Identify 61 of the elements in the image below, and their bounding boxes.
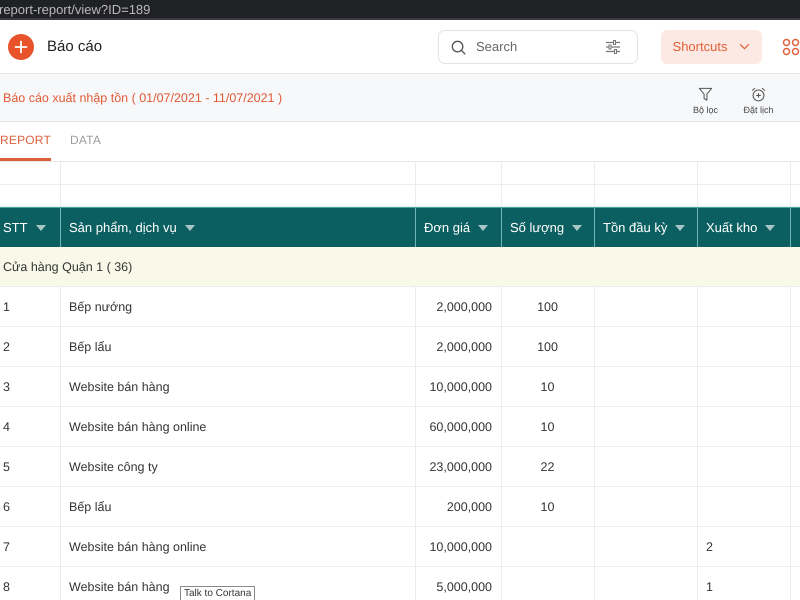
row-number: 2 bbox=[3, 340, 10, 354]
unit-price: 2,000,000 bbox=[436, 300, 492, 314]
sliders-icon[interactable] bbox=[605, 40, 621, 54]
schedule-button[interactable]: Đặt lịch bbox=[737, 86, 780, 114]
product-name: Website bán hàng online bbox=[69, 420, 206, 434]
tooltip: Talk to Cortana bbox=[180, 586, 256, 600]
row-number: 3 bbox=[3, 380, 10, 394]
stock-out: 1 bbox=[706, 580, 713, 594]
quantity: 10 bbox=[540, 380, 554, 394]
search-field[interactable]: Search bbox=[438, 30, 638, 64]
unit-price: 10,000,000 bbox=[429, 380, 492, 394]
report-title: Báo cáo xuất nhập tồn ( 01/07/2021 - 11/07/2021 ) bbox=[3, 90, 284, 104]
tab[interactable]: REPORT bbox=[0, 122, 51, 161]
column-header[interactable]: Sản phẩm, dịch vụ bbox=[69, 220, 177, 235]
row-number: 1 bbox=[3, 300, 10, 314]
apps-grid-icon[interactable] bbox=[782, 38, 800, 56]
sort-caret-icon[interactable] bbox=[184, 224, 195, 230]
url-text[interactable]: report-report/view?ID=189 bbox=[0, 2, 150, 16]
product-name: Bếp nướng bbox=[69, 300, 132, 314]
product-name: Website bán hàng bbox=[69, 380, 170, 394]
product-name: Website công ty bbox=[69, 460, 158, 474]
unit-price: 23,000,000 bbox=[429, 460, 492, 474]
chevron-down-icon bbox=[739, 43, 750, 50]
column-header[interactable]: Đơn giá bbox=[424, 220, 470, 235]
add-button[interactable] bbox=[8, 34, 34, 60]
alarm-clock-icon bbox=[751, 86, 766, 102]
stock-out: 2 bbox=[706, 540, 713, 554]
column-header[interactable]: Số lượng bbox=[510, 220, 564, 235]
filter-button[interactable]: Bộ lọc bbox=[684, 86, 727, 114]
column-header[interactable]: Tồn đầu kỳ bbox=[603, 220, 668, 235]
row-number: 8 bbox=[3, 580, 10, 594]
product-name: Website bán hàng bbox=[69, 580, 170, 594]
column-header[interactable]: Xuất kho bbox=[706, 220, 758, 235]
product-name: Bếp lẩu bbox=[69, 500, 112, 514]
page-title: Báo cáo bbox=[47, 38, 102, 55]
column-header[interactable]: STT bbox=[3, 220, 28, 235]
sort-caret-icon[interactable] bbox=[675, 224, 686, 230]
sort-caret-icon[interactable] bbox=[765, 224, 776, 230]
row-number: 6 bbox=[3, 500, 10, 514]
row-number: 4 bbox=[3, 420, 10, 434]
unit-price: 200,000 bbox=[446, 500, 492, 514]
unit-price: 5,000,000 bbox=[436, 580, 492, 594]
sort-caret-icon[interactable] bbox=[572, 224, 582, 230]
sort-caret-icon[interactable] bbox=[478, 224, 488, 230]
unit-price: 60,000,000 bbox=[429, 420, 492, 434]
sort-caret-icon[interactable] bbox=[36, 224, 46, 230]
quantity: 100 bbox=[537, 300, 558, 314]
quantity: 22 bbox=[540, 460, 554, 474]
unit-price: 10,000,000 bbox=[429, 540, 492, 554]
product-name: Bếp lẩu bbox=[69, 340, 112, 354]
row-number: 7 bbox=[3, 540, 10, 554]
group-label: Cửa hàng Quận 1 ( 36) bbox=[3, 260, 132, 274]
funnel-icon bbox=[698, 86, 713, 102]
product-name: Website bán hàng online bbox=[69, 540, 206, 554]
unit-price: 2,000,000 bbox=[436, 340, 492, 354]
search-icon bbox=[451, 40, 466, 54]
quantity: 10 bbox=[540, 500, 554, 514]
quantity: 100 bbox=[537, 340, 558, 354]
row-number: 5 bbox=[3, 460, 10, 474]
quantity: 10 bbox=[540, 420, 554, 434]
plus-icon bbox=[8, 34, 34, 60]
